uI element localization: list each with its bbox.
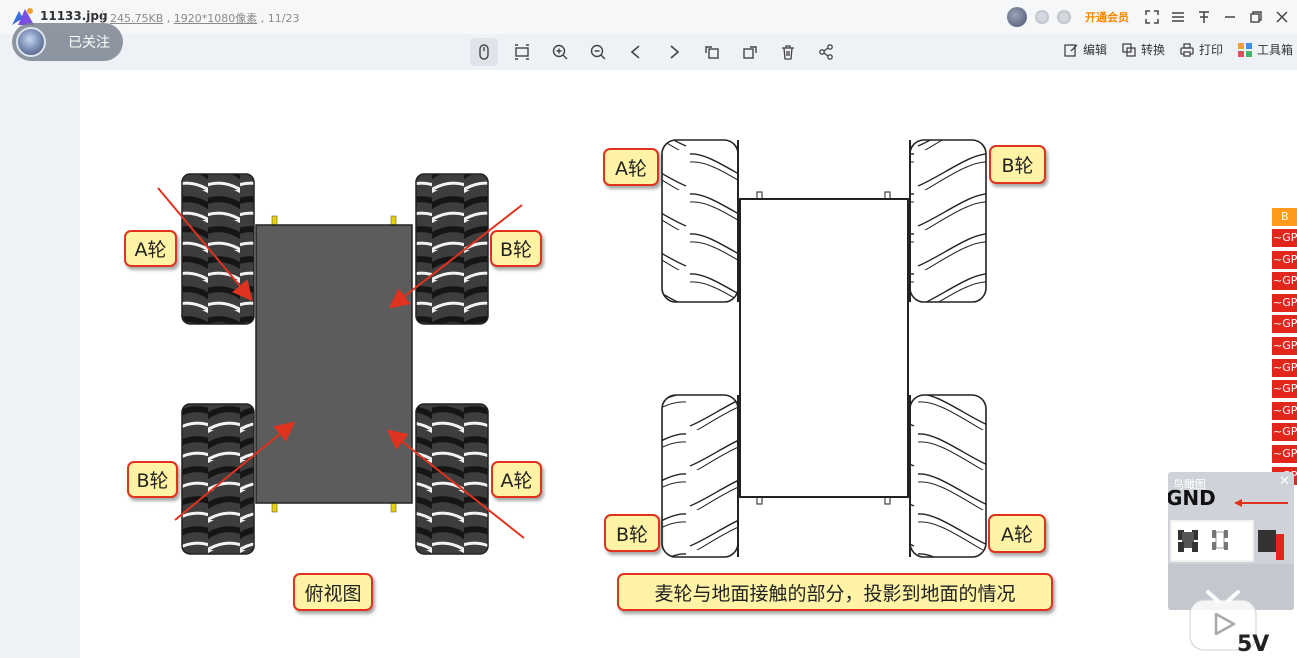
navigator-board-preview	[1258, 530, 1284, 560]
navigator-gnd-label: GND	[1168, 486, 1216, 510]
image-canvas[interactable]: A轮 B轮 B轮 A轮 俯视图 A轮 B轮 B轮 A轮 麦轮与地面接触的部分，投…	[80, 70, 1297, 658]
label-a-wheel-top-left: A轮	[124, 230, 177, 267]
image-toolbar	[470, 38, 840, 66]
top-view-diagram	[157, 173, 525, 555]
minimize-icon[interactable]	[1221, 8, 1239, 26]
projection-wheel-front-left	[661, 139, 739, 303]
fullscreen-icon[interactable]	[1143, 8, 1161, 26]
projection-wheel-rear-right	[909, 394, 987, 558]
pin-label: ~GP	[1272, 272, 1297, 291]
file-name: 11133.jpg	[40, 9, 108, 23]
navigator-thumbnail[interactable]	[1170, 520, 1254, 562]
toolbox-button[interactable]: 工具箱	[1237, 41, 1293, 58]
follow-label: 已关注	[68, 35, 110, 51]
rotate-right-icon[interactable]	[736, 38, 764, 66]
author-avatar	[16, 27, 46, 57]
label-b-wheel-top-right: B轮	[490, 230, 542, 267]
fit-screen-icon[interactable]	[508, 38, 536, 66]
zoom-in-icon[interactable]	[546, 38, 574, 66]
right-toolbar: 编辑 转换 打印 工具箱	[1063, 41, 1293, 58]
divider	[102, 10, 103, 22]
pin-label: ~GP	[1272, 401, 1297, 420]
chassis-outline	[739, 198, 909, 498]
edit-icon	[1064, 43, 1078, 57]
status-icon[interactable]	[1035, 10, 1049, 24]
pin-label: ~GP	[1272, 380, 1297, 399]
navigator-close-icon[interactable]: ✕	[1279, 474, 1290, 489]
caption-top-view: 俯视图	[293, 573, 373, 611]
pin-label: ~GP	[1272, 336, 1297, 355]
coin-icon[interactable]	[1057, 10, 1071, 24]
wheel-front-left	[181, 173, 255, 325]
chassis-top-view	[255, 224, 413, 504]
pin-label: ~GP	[1272, 293, 1297, 312]
file-meta: 245.75KB , 1920*1080像素 , 11/23	[110, 12, 300, 25]
wheel-rear-right	[415, 403, 489, 555]
pin-label: ~GP	[1272, 229, 1297, 247]
toolbox-icon	[1237, 42, 1252, 57]
projection-wheel-rear-left	[661, 394, 739, 558]
label-a-wheel-bottom-right: A轮	[491, 461, 542, 498]
follow-badge[interactable]: 已关注	[12, 23, 123, 61]
side-panel-pins: B ~GP ~GP ~GP ~GP ~GP ~GP ~GP ~GP ~GP ~G…	[1272, 208, 1297, 488]
convert-icon	[1122, 42, 1136, 57]
convert-label: 转换	[1140, 43, 1165, 57]
page-counter: 11/23	[267, 12, 300, 25]
mouse-icon[interactable]	[470, 38, 498, 66]
mecanum-diagram	[157, 139, 987, 558]
pin-label: ~GP	[1272, 444, 1297, 463]
wheel-rear-left	[181, 403, 255, 555]
edit-button[interactable]: 编辑	[1063, 41, 1107, 58]
label-b-wheel-bottom-left: B轮	[127, 461, 178, 498]
share-icon[interactable]	[812, 38, 840, 66]
pin-label: ~GP	[1272, 250, 1297, 269]
ground-projection-diagram	[661, 139, 987, 558]
image-viewer-window: 11133.jpg 245.75KB , 1920*1080像素 , 11/23…	[0, 0, 1297, 658]
print-label: 打印	[1198, 43, 1223, 57]
restore-icon[interactable]	[1247, 8, 1265, 26]
menu-icon[interactable]	[1169, 8, 1187, 26]
label-a-wheel-projection-bottom-right: A轮	[988, 514, 1046, 553]
window-controls: 开通会员	[1007, 6, 1291, 28]
label-a-wheel-projection-top-left: A轮	[603, 148, 659, 186]
rotate-left-icon[interactable]	[698, 38, 726, 66]
navigator-arrow	[1234, 499, 1288, 507]
pin-label: ~GP	[1272, 358, 1297, 377]
next-icon[interactable]	[660, 38, 688, 66]
voltage-label-5v: 5V	[1237, 632, 1270, 657]
user-avatar[interactable]	[1007, 7, 1027, 27]
zoom-out-icon[interactable]	[584, 38, 612, 66]
pin-label: ~GP	[1272, 315, 1297, 334]
close-icon[interactable]	[1273, 8, 1291, 26]
label-b-wheel-projection-bottom-left: B轮	[604, 514, 660, 552]
toolbox-label: 工具箱	[1256, 43, 1293, 57]
pin-icon[interactable]	[1195, 8, 1213, 26]
label-b-wheel-projection-top-right: B轮	[989, 145, 1046, 184]
title-bar: 11133.jpg 245.75KB , 1920*1080像素 , 11/23…	[0, 0, 1297, 34]
delete-icon[interactable]	[774, 38, 802, 66]
projection-wheel-front-right	[909, 139, 987, 303]
print-button[interactable]: 打印	[1179, 41, 1223, 58]
edit-label: 编辑	[1082, 43, 1107, 57]
side-panel-header: B	[1272, 208, 1297, 226]
convert-button[interactable]: 转换	[1121, 41, 1165, 58]
caption-ground-projection: 麦轮与地面接触的部分，投影到地面的情况	[617, 573, 1053, 611]
file-size: 245.75KB	[110, 12, 164, 25]
print-icon	[1180, 42, 1194, 57]
file-resolution: 1920*1080像素	[173, 12, 258, 25]
pin-label: ~GP	[1272, 423, 1297, 442]
previous-icon[interactable]	[622, 38, 650, 66]
vip-link[interactable]: 开通会员	[1085, 9, 1129, 25]
wheel-front-right	[415, 173, 489, 325]
